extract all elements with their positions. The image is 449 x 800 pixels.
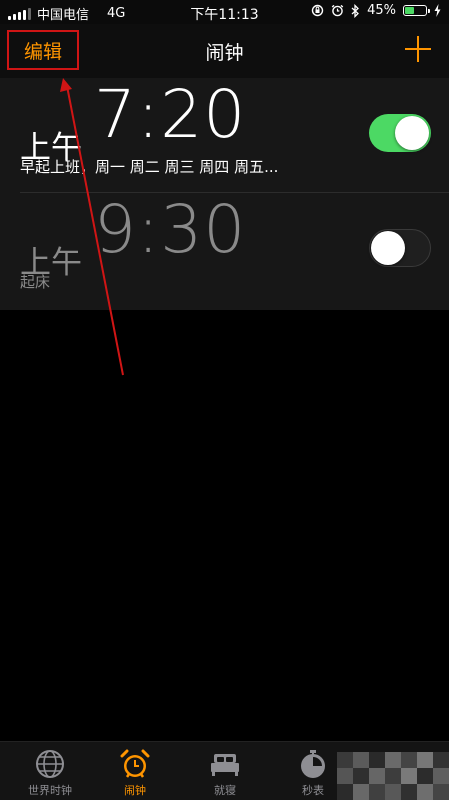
alarm-row[interactable]: 上午 7:20 早起上班，周一 周二 周三 周四 周五... [0, 78, 449, 193]
alarm-row[interactable]: 上午 9:30 起床 [0, 193, 449, 308]
status-bar-right: 45% [311, 3, 441, 18]
battery-fill [405, 7, 414, 14]
bed-icon [211, 754, 239, 776]
alarm-toggle[interactable] [369, 229, 431, 267]
alarm-time: 7:20 [94, 76, 247, 153]
add-alarm-button[interactable] [403, 34, 433, 64]
tab-label: 秒表 [302, 784, 324, 797]
tab-bar: 世界时钟 闹钟 就寝 秒表 [0, 741, 449, 800]
battery-percent: 45% [367, 3, 396, 18]
alarm-toggle[interactable] [369, 114, 431, 152]
toggle-knob [371, 231, 405, 265]
toggle-knob [395, 116, 429, 150]
alarm-time: 9:30 [94, 191, 247, 268]
tab-label: 世界时钟 [28, 784, 72, 797]
charging-icon [434, 4, 441, 17]
tab-bedtime[interactable]: 就寝 [180, 747, 270, 799]
nav-bar: 编辑 闹钟 [0, 24, 449, 78]
tab-label: 就寝 [214, 784, 236, 797]
alarm-list: 上午 7:20 早起上班，周一 周二 周三 周四 周五... 上午 9:30 起… [0, 78, 449, 310]
globe-icon [36, 750, 64, 778]
orientation-lock-icon [311, 4, 324, 17]
page-title: 闹钟 [205, 42, 244, 64]
alarm-label: 早起上班，周一 周二 周三 周四 周五... [20, 158, 279, 176]
tab-world-clock[interactable]: 世界时钟 [5, 747, 95, 799]
alarm-label: 起床 [20, 273, 51, 291]
tab-alarm[interactable]: 闹钟 [90, 747, 180, 799]
status-bar: 中国电信 4G 下午11:13 45% [0, 0, 449, 24]
alarm-status-icon [331, 4, 344, 17]
stopwatch-icon [301, 750, 325, 778]
battery-icon [403, 5, 430, 16]
alarm-clock-icon [120, 749, 150, 778]
bluetooth-icon [351, 3, 360, 18]
watermark-mosaic [337, 752, 449, 800]
tab-label: 闹钟 [124, 784, 146, 797]
